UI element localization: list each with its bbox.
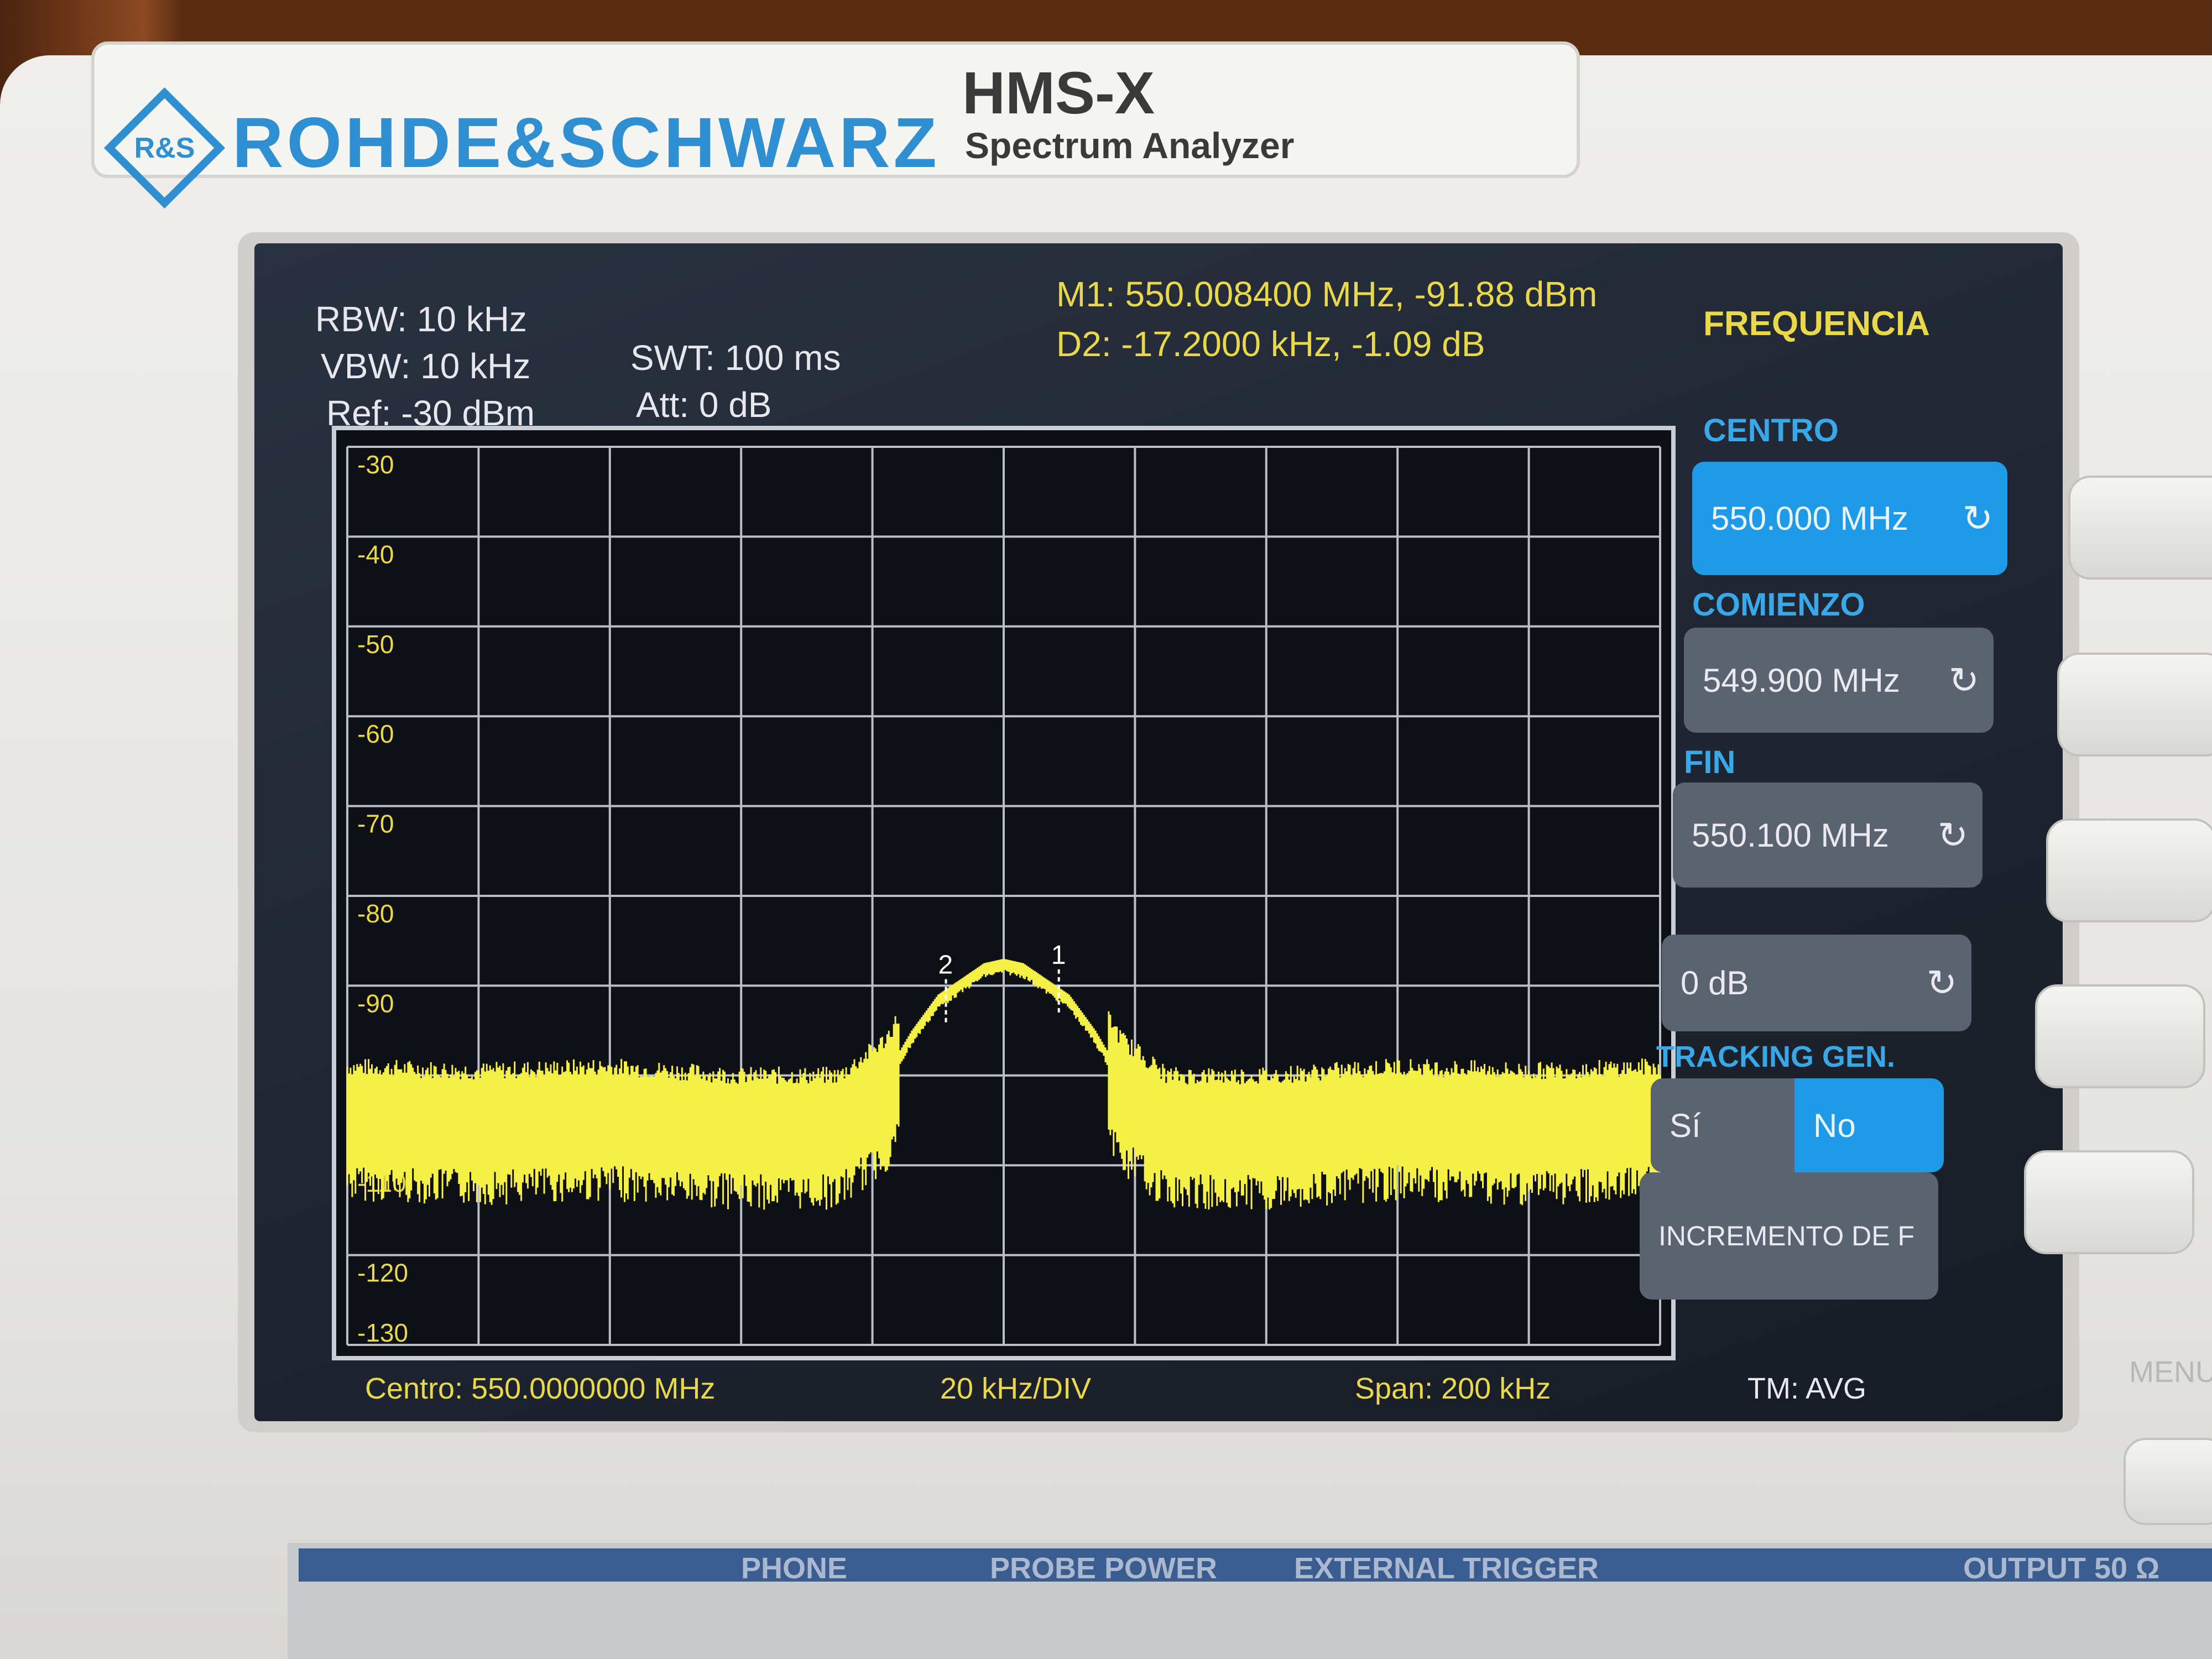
menu-off-button[interactable] — [2124, 1438, 2212, 1525]
marker-d2-readout: D2: -17.2000 kHz, -1.09 dB — [1056, 324, 1485, 364]
output-label: OUTPUT 50 Ω — [1963, 1552, 2160, 1585]
footer-div: 20 kHz/DIV — [940, 1372, 1092, 1405]
model-subtitle: Spectrum Analyzer — [965, 125, 1295, 166]
menu-off-label: MENU OFF — [2129, 1355, 2212, 1389]
external-trigger-label: EXTERNAL TRIGGER — [1294, 1552, 1599, 1585]
y-tick-label: -120 — [357, 1259, 408, 1287]
y-tick-label: -130 — [357, 1318, 408, 1347]
centro-value: 550.000 MHz — [1711, 500, 1908, 537]
y-tick-label: -80 — [357, 899, 394, 928]
brand-name: ROHDE&SCHWARZ — [232, 103, 940, 182]
marker-2-label: 2 — [938, 951, 953, 980]
y-tick-label: -70 — [357, 810, 394, 838]
incremento-label: INCREMENTO DE F — [1658, 1220, 1914, 1251]
analyzer-screen: RBW: 10 kHz VBW: 10 kHz Ref: -30 dBm SWT… — [254, 243, 2063, 1421]
fin-value: 550.100 MHz — [1692, 816, 1889, 854]
rotary-icon: ↻ — [1937, 814, 1968, 855]
y-tick-label: -50 — [357, 630, 394, 659]
probe-power-label: PROBE POWER — [990, 1552, 1218, 1585]
fin-label: FIN — [1684, 744, 1736, 780]
tracking-si-label: Sí — [1670, 1107, 1701, 1144]
y-tick-label: -40 — [357, 540, 394, 568]
footer-center: Centro: 550.0000000 MHz — [365, 1372, 716, 1405]
centro-key[interactable]: 550.000 MHz ↻ — [1692, 462, 2007, 575]
rbw-readout: RBW: 10 kHz — [315, 299, 527, 339]
y-tick-label: -90 — [357, 989, 394, 1018]
offset-value: 0 dB — [1681, 964, 1749, 1001]
footer-trace-mode: TM: AVG — [1747, 1372, 1867, 1405]
comienzo-value: 549.900 MHz — [1703, 661, 1900, 699]
softkey-2[interactable] — [2057, 653, 2212, 757]
vbw-readout: VBW: 10 kHz — [321, 346, 531, 386]
menu-title: FREQUENCIA — [1703, 305, 1930, 343]
phone-label: PHONE — [741, 1552, 848, 1585]
rotary-icon: ↻ — [1926, 962, 1957, 1003]
marker-m1-readout: M1: 550.008400 MHz, -91.88 dBm — [1056, 274, 1598, 314]
connector-label-band — [299, 1548, 2212, 1582]
tracking-no-label: No — [1813, 1107, 1856, 1144]
fin-key[interactable]: 550.100 MHz ↻ — [1673, 782, 1983, 888]
centro-label: CENTRO — [1703, 413, 1839, 448]
rotary-icon: ↻ — [1962, 498, 1993, 539]
marker-1-label: 1 — [1051, 941, 1066, 970]
att-readout: Att: 0 dB — [636, 385, 772, 425]
model-name: HMS-X — [962, 59, 1155, 126]
swt-readout: SWT: 100 ms — [630, 338, 841, 378]
tracking-si-button[interactable]: Sí — [1651, 1078, 1794, 1172]
spectrum-plot: -30 -40 -50 -60 -70 -80 -90 -100 -110 -120 -130 1 2 — [332, 426, 1676, 1360]
rotary-icon: ↻ — [1948, 659, 1979, 701]
softkey-3[interactable] — [2046, 818, 2212, 922]
footer-span: Span: 200 kHz — [1355, 1372, 1551, 1405]
tracking-no-button[interactable]: No — [1794, 1078, 1944, 1172]
y-tick-label: -60 — [357, 719, 394, 748]
softkey-1[interactable] — [2068, 476, 2212, 580]
softkey-4[interactable] — [2035, 984, 2205, 1088]
tracking-label: TRACKING GEN. — [1656, 1040, 1895, 1073]
incremento-key[interactable]: INCREMENTO DE F — [1640, 1172, 1938, 1300]
y-tick-label: -30 — [357, 450, 394, 479]
offset-key[interactable]: 0 dB ↻ — [1662, 935, 1971, 1031]
spectrum-svg: -30-40-50-60-70-80-90-100-110-120-13012 — [346, 446, 1661, 1347]
comienzo-label: COMIENZO — [1692, 587, 1865, 623]
softkey-5[interactable] — [2024, 1150, 2194, 1254]
comienzo-key[interactable]: 549.900 MHz ↻ — [1684, 628, 1994, 733]
